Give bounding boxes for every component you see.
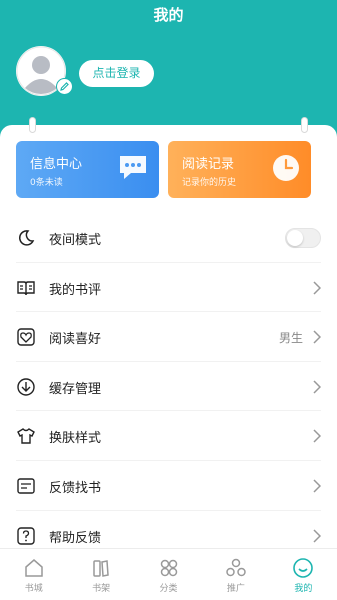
tab-promote[interactable]: 推广 [202, 549, 269, 600]
menu-item-night-mode[interactable]: 夜间模式 [16, 213, 321, 263]
tile-title: 信息中心 [30, 157, 83, 172]
tab-label: 书架 [92, 584, 111, 594]
heart-icon [17, 328, 35, 346]
tab-label: 分类 [159, 584, 178, 594]
menu-item-feedback-book[interactable]: 反馈找书 [16, 461, 321, 511]
tab-label: 书城 [24, 584, 43, 594]
tab-label: 我的 [294, 584, 313, 594]
night-mode-toggle[interactable] [285, 228, 321, 248]
menu-item-label: 我的书评 [49, 282, 102, 298]
tab-label: 推广 [226, 584, 245, 594]
page-title: 我的 [153, 6, 184, 24]
menu-item-reviews[interactable]: 我的书评 [16, 263, 321, 313]
message-center-tile[interactable]: 信息中心 0条未读 [16, 141, 159, 198]
chevron-right-icon [313, 529, 321, 543]
menu-item-label: 反馈找书 [49, 480, 102, 496]
chevron-right-icon [313, 281, 321, 295]
promote-icon [226, 558, 246, 577]
chevron-right-icon [313, 330, 321, 344]
chevron-right-icon [313, 380, 321, 394]
tab-category[interactable]: 分类 [135, 549, 202, 600]
menu-item-label: 阅读喜好 [49, 332, 102, 348]
edit-icon[interactable] [56, 78, 73, 95]
tile-title: 阅读记录 [182, 157, 235, 172]
menu-item-label: 帮助反馈 [49, 530, 102, 546]
settings-menu: 夜间模式 我的书评 阅读喜好 男生 缓存管理 换肤样式 反馈找书 帮助反馈 [16, 213, 321, 560]
toggle-knob [287, 230, 303, 246]
question-icon [17, 526, 35, 545]
tshirt-icon [17, 428, 35, 445]
preference-value: 男生 [278, 331, 303, 346]
tab-mine[interactable]: 我的 [270, 549, 337, 600]
binder-ring-right [301, 117, 308, 133]
menu-item-cache[interactable]: 缓存管理 [16, 362, 321, 412]
bookshelf-icon [93, 560, 109, 577]
menu-item-preference[interactable]: 阅读喜好 男生 [16, 312, 321, 362]
clock-icon [273, 155, 299, 181]
tab-bookshelf[interactable]: 书架 [67, 549, 134, 600]
bottom-tab-bar: 书城 书架 分类 推广 我的 [0, 548, 337, 600]
chevron-right-icon [313, 429, 321, 443]
login-button[interactable]: 点击登录 [79, 60, 154, 87]
smile-icon [293, 558, 314, 578]
home-icon [24, 559, 43, 577]
menu-item-skin[interactable]: 换肤样式 [16, 411, 321, 461]
chevron-right-icon [313, 479, 321, 493]
document-icon [17, 478, 35, 494]
open-book-icon [17, 280, 35, 295]
binder-ring-left [29, 117, 36, 133]
category-icon [160, 559, 177, 577]
menu-item-label: 缓存管理 [49, 381, 102, 397]
download-icon [17, 378, 35, 396]
chat-bubble-icon [120, 156, 146, 179]
moon-icon [18, 230, 35, 246]
menu-item-label: 夜间模式 [49, 233, 102, 248]
tile-subtitle: 记录你的历史 [182, 178, 237, 188]
tab-bookstore[interactable]: 书城 [0, 549, 67, 600]
tile-subtitle: 0条未读 [30, 178, 63, 188]
reading-history-tile[interactable]: 阅读记录 记录你的历史 [168, 141, 311, 198]
menu-item-label: 换肤样式 [49, 431, 102, 447]
